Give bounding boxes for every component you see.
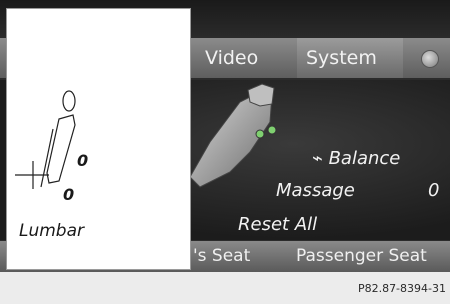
- lumbar-value-upper: 0: [77, 151, 89, 170]
- lumbar-label: Lumbar: [19, 221, 85, 241]
- seat-illustration: [190, 83, 277, 188]
- seat-balance-icon: ⌁: [312, 148, 323, 169]
- display-screen: Video System ⌁ Balance Massage 0 Reset A…: [0, 0, 450, 272]
- reset-all-option[interactable]: Reset All: [238, 214, 317, 235]
- lumbar-seat-icon: [15, 90, 76, 189]
- lumbar-value-lower: 0: [63, 185, 75, 204]
- massage-value: 0: [428, 180, 440, 201]
- tab-driver-seat[interactable]: 's Seat: [193, 241, 250, 272]
- globe-icon[interactable]: [421, 50, 439, 68]
- menu-system[interactable]: System: [306, 38, 377, 78]
- balance-label: Balance: [328, 148, 401, 169]
- figure-code: P82.87-8394-31: [357, 282, 446, 295]
- menu-video[interactable]: Video: [205, 38, 258, 78]
- tab-passenger-seat[interactable]: Passenger Seat: [296, 241, 427, 272]
- lumbar-popup: 0 0 Lumbar: [6, 8, 191, 270]
- massage-option[interactable]: Massage: [276, 180, 355, 201]
- balance-option[interactable]: ⌁ Balance: [312, 148, 400, 169]
